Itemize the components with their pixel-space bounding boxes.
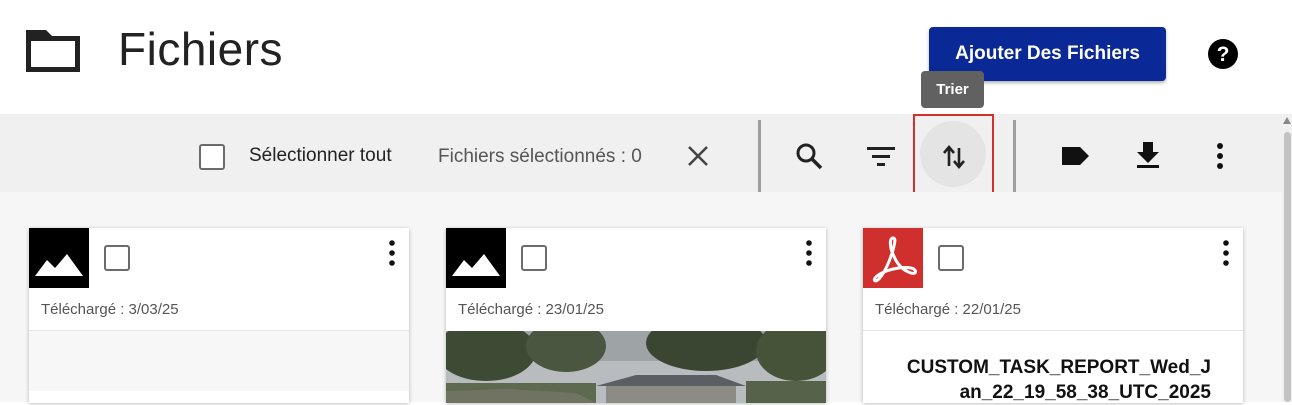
select-all-label[interactable]: Sélectionner tout [249, 145, 392, 167]
download-icon[interactable] [1133, 140, 1163, 170]
page-title: Fichiers [118, 23, 284, 75]
more-vert-icon[interactable] [1205, 141, 1235, 171]
select-all-checkbox[interactable] [199, 144, 225, 170]
sort-tooltip: Trier [921, 71, 984, 108]
filter-icon[interactable] [866, 142, 896, 172]
toolbar-divider [758, 120, 761, 192]
file-title[interactable]: CUSTOM_TASK_REPORT_Wed_J an_22_19_58_38_… [881, 355, 1211, 405]
toolbar-divider [1013, 120, 1016, 192]
card-divider [863, 330, 1243, 331]
sort-highlight-box [913, 114, 994, 196]
file-checkbox[interactable] [104, 245, 130, 271]
folder-icon [26, 30, 80, 72]
page-header: Fichiers Ajouter Des Fichiers ? [0, 0, 1292, 114]
close-icon[interactable] [686, 144, 710, 168]
file-title-line: an_22_19_58_38_UTC_2025 [959, 382, 1211, 403]
file-card[interactable]: Téléchargé : 22/01/25 CUSTOM_TASK_REPORT… [863, 228, 1243, 403]
file-card[interactable]: Téléchargé : 23/01/25 [446, 228, 826, 403]
more-vert-icon[interactable] [1221, 239, 1231, 267]
image-file-icon [446, 228, 506, 288]
file-checkbox[interactable] [521, 245, 547, 271]
help-icon[interactable]: ? [1207, 38, 1239, 70]
selected-count: Fichiers sélectionnés : 0 [438, 146, 642, 167]
more-vert-icon[interactable] [387, 239, 397, 267]
scroll-up-arrow-icon[interactable] [1283, 117, 1291, 124]
file-preview [29, 331, 409, 391]
image-file-icon [29, 228, 89, 288]
search-icon[interactable] [794, 141, 824, 171]
svg-text:?: ? [1217, 43, 1230, 66]
label-icon[interactable] [1060, 141, 1090, 171]
photo-preview [446, 331, 826, 403]
upload-date: Téléchargé : 3/03/25 [41, 301, 179, 318]
upload-date: Téléchargé : 22/01/25 [875, 301, 1021, 318]
file-checkbox[interactable] [938, 245, 964, 271]
file-title-line: CUSTOM_TASK_REPORT_Wed_J [906, 357, 1211, 378]
scrollbar-thumb[interactable] [1284, 132, 1291, 402]
more-vert-icon[interactable] [804, 239, 814, 267]
pdf-file-icon [863, 228, 923, 288]
upload-date: Téléchargé : 23/01/25 [458, 301, 604, 318]
file-card[interactable]: Téléchargé : 3/03/25 [29, 228, 409, 403]
